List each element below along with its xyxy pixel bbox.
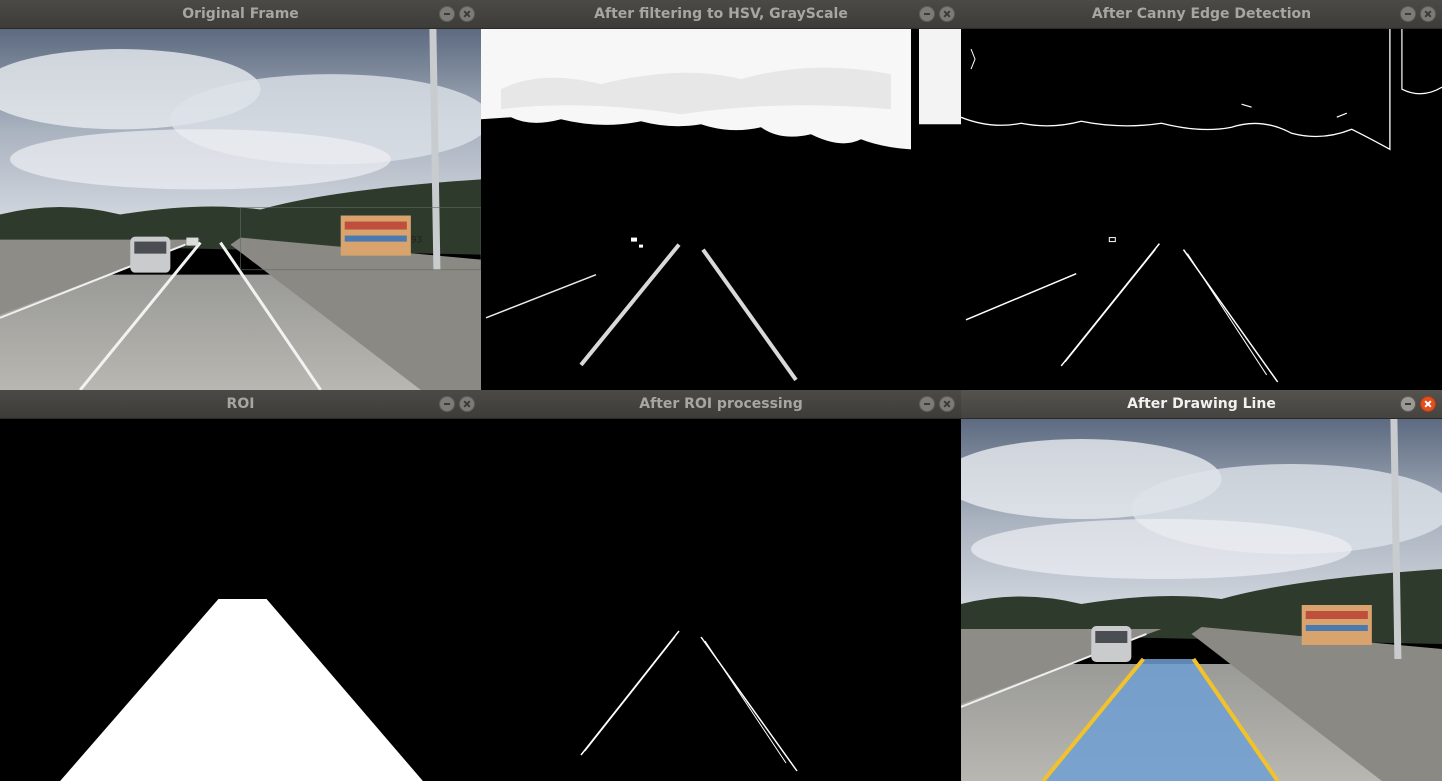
- window-hsv-grayscale: After filtering to HSV, GrayScale: [481, 0, 961, 390]
- window-title: ROI: [226, 396, 255, 412]
- titlebar-roi[interactable]: ROI: [0, 390, 481, 419]
- hsv-mask-image: [481, 29, 961, 390]
- window-title: After Canny Edge Detection: [1091, 6, 1312, 22]
- close-icon[interactable]: [459, 396, 475, 412]
- canny-edges-image: [961, 29, 1442, 390]
- canny-edge-image: [961, 29, 1442, 390]
- close-icon[interactable]: [1420, 6, 1436, 22]
- window-roi: ROI: [0, 390, 481, 781]
- minimize-icon[interactable]: [439, 6, 455, 22]
- close-icon[interactable]: [1420, 396, 1436, 412]
- roi-edges-image: [481, 419, 961, 781]
- lane-overlay-image: [961, 419, 1442, 781]
- road-scene-image: 93: [0, 29, 481, 390]
- roi-processed-image: [481, 419, 961, 781]
- minimize-icon[interactable]: [1400, 396, 1416, 412]
- titlebar-roi-processed[interactable]: After ROI processing: [481, 390, 961, 419]
- titlebar-drawn-lines[interactable]: After Drawing Line: [961, 390, 1442, 419]
- window-canny-edge: After Canny Edge Detection: [961, 0, 1442, 390]
- titlebar-canny-edge[interactable]: After Canny Edge Detection: [961, 0, 1442, 29]
- road-sign-number: 93: [411, 236, 423, 246]
- window-roi-processed: After ROI processing: [481, 390, 961, 781]
- window-drawn-lines: After Drawing Line: [961, 390, 1442, 781]
- close-icon[interactable]: [459, 6, 475, 22]
- close-icon[interactable]: [939, 396, 955, 412]
- window-title: After ROI processing: [639, 396, 803, 412]
- window-title: After Drawing Line: [1127, 396, 1276, 412]
- titlebar-original-frame[interactable]: Original Frame: [0, 0, 481, 29]
- hsv-grayscale-image: [481, 29, 961, 390]
- roi-trapezoid-image: [0, 419, 481, 781]
- minimize-icon[interactable]: [919, 6, 935, 22]
- original-frame-image: 93: [0, 29, 481, 390]
- window-title: Original Frame: [182, 6, 299, 22]
- drawn-lines-image: [961, 419, 1442, 781]
- close-icon[interactable]: [939, 6, 955, 22]
- titlebar-hsv-grayscale[interactable]: After filtering to HSV, GrayScale: [481, 0, 961, 29]
- minimize-icon[interactable]: [919, 396, 935, 412]
- window-title: After filtering to HSV, GrayScale: [594, 6, 848, 22]
- minimize-icon[interactable]: [1400, 6, 1416, 22]
- window-original-frame: Original Frame 93: [0, 0, 481, 390]
- roi-mask-image: [0, 419, 481, 781]
- minimize-icon[interactable]: [439, 396, 455, 412]
